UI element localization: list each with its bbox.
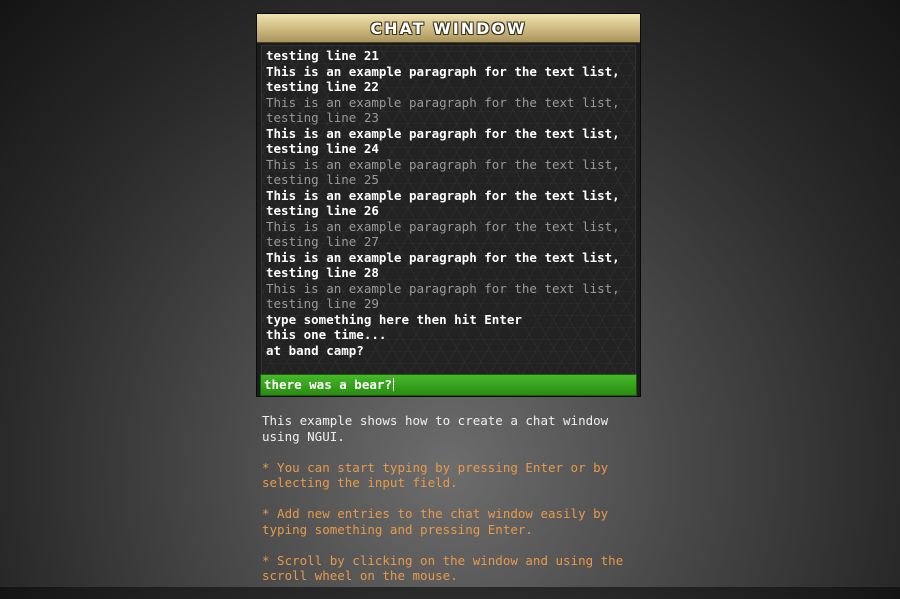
- chat-line: This is an example paragraph for the tex…: [266, 187, 620, 203]
- description-panel: This example shows how to create a chat …: [262, 413, 642, 599]
- window-title: CHAT WINDOW: [370, 18, 527, 38]
- text-caret: [392, 378, 394, 391]
- chat-line: This is an example paragraph for the tex…: [266, 125, 620, 141]
- chat-line: at band camp?: [266, 342, 364, 358]
- chat-line: This is an example paragraph for the tex…: [266, 63, 620, 79]
- chat-line: This is an example paragraph for the tex…: [266, 94, 620, 110]
- tip-add: * Add new entries to the chat window eas…: [262, 506, 642, 537]
- chat-input[interactable]: there was a bear?: [264, 377, 633, 393]
- chat-text-list[interactable]: testing line 21 This is an example paragr…: [261, 45, 636, 377]
- tip-add-line-1: * Add new entries to the chat window eas…: [262, 506, 609, 521]
- chat-line: This is an example paragraph for the tex…: [266, 218, 620, 234]
- chat-line: testing line 29: [266, 296, 379, 311]
- intro-text: This example shows how to create a chat …: [262, 413, 642, 444]
- tip-scroll-line-1: * Scroll by clicking on the window and u…: [262, 552, 624, 568]
- chat-line: this one time...: [266, 327, 387, 342]
- tip-scroll: * Scroll by clicking on the window and u…: [262, 553, 642, 584]
- chat-line: testing line 24: [266, 141, 379, 156]
- chat-input-container[interactable]: there was a bear?: [260, 374, 637, 396]
- chat-line: testing line 23: [266, 110, 379, 125]
- tip-enter-line-1: * You can start typing by pressing Enter…: [262, 459, 609, 475]
- chat-line: type something here then hit Enter: [266, 311, 522, 327]
- tip-scroll-line-2: scroll wheel on the mouse.: [262, 568, 458, 583]
- title-bar[interactable]: CHAT WINDOW: [257, 14, 640, 43]
- chat-lines: testing line 21 This is an example paragr…: [266, 48, 631, 358]
- chat-line: testing line 28: [266, 265, 379, 280]
- chat-line: testing line 21: [266, 48, 379, 63]
- tip-enter-line-2: selecting the input field.: [262, 475, 458, 490]
- intro-line-1: This example shows how to create a chat …: [262, 413, 609, 428]
- chat-line: testing line 22: [266, 79, 379, 94]
- chat-input-value: there was a bear?: [264, 377, 392, 392]
- chat-line: This is an example paragraph for the tex…: [266, 280, 620, 296]
- chat-line: This is an example paragraph for the tex…: [266, 156, 620, 172]
- chat-line: testing line 26: [266, 203, 379, 218]
- chat-line: testing line 27: [266, 234, 379, 249]
- chat-window: CHAT WINDOW testing line 21 This is an ex…: [256, 13, 641, 397]
- intro-line-2: using NGUI.: [262, 428, 345, 444]
- tip-enter: * You can start typing by pressing Enter…: [262, 460, 642, 491]
- chat-line: This is an example paragraph for the tex…: [266, 249, 620, 265]
- tip-add-line-2: typing something and pressing Enter.: [262, 521, 533, 537]
- chat-line: testing line 25: [266, 172, 379, 187]
